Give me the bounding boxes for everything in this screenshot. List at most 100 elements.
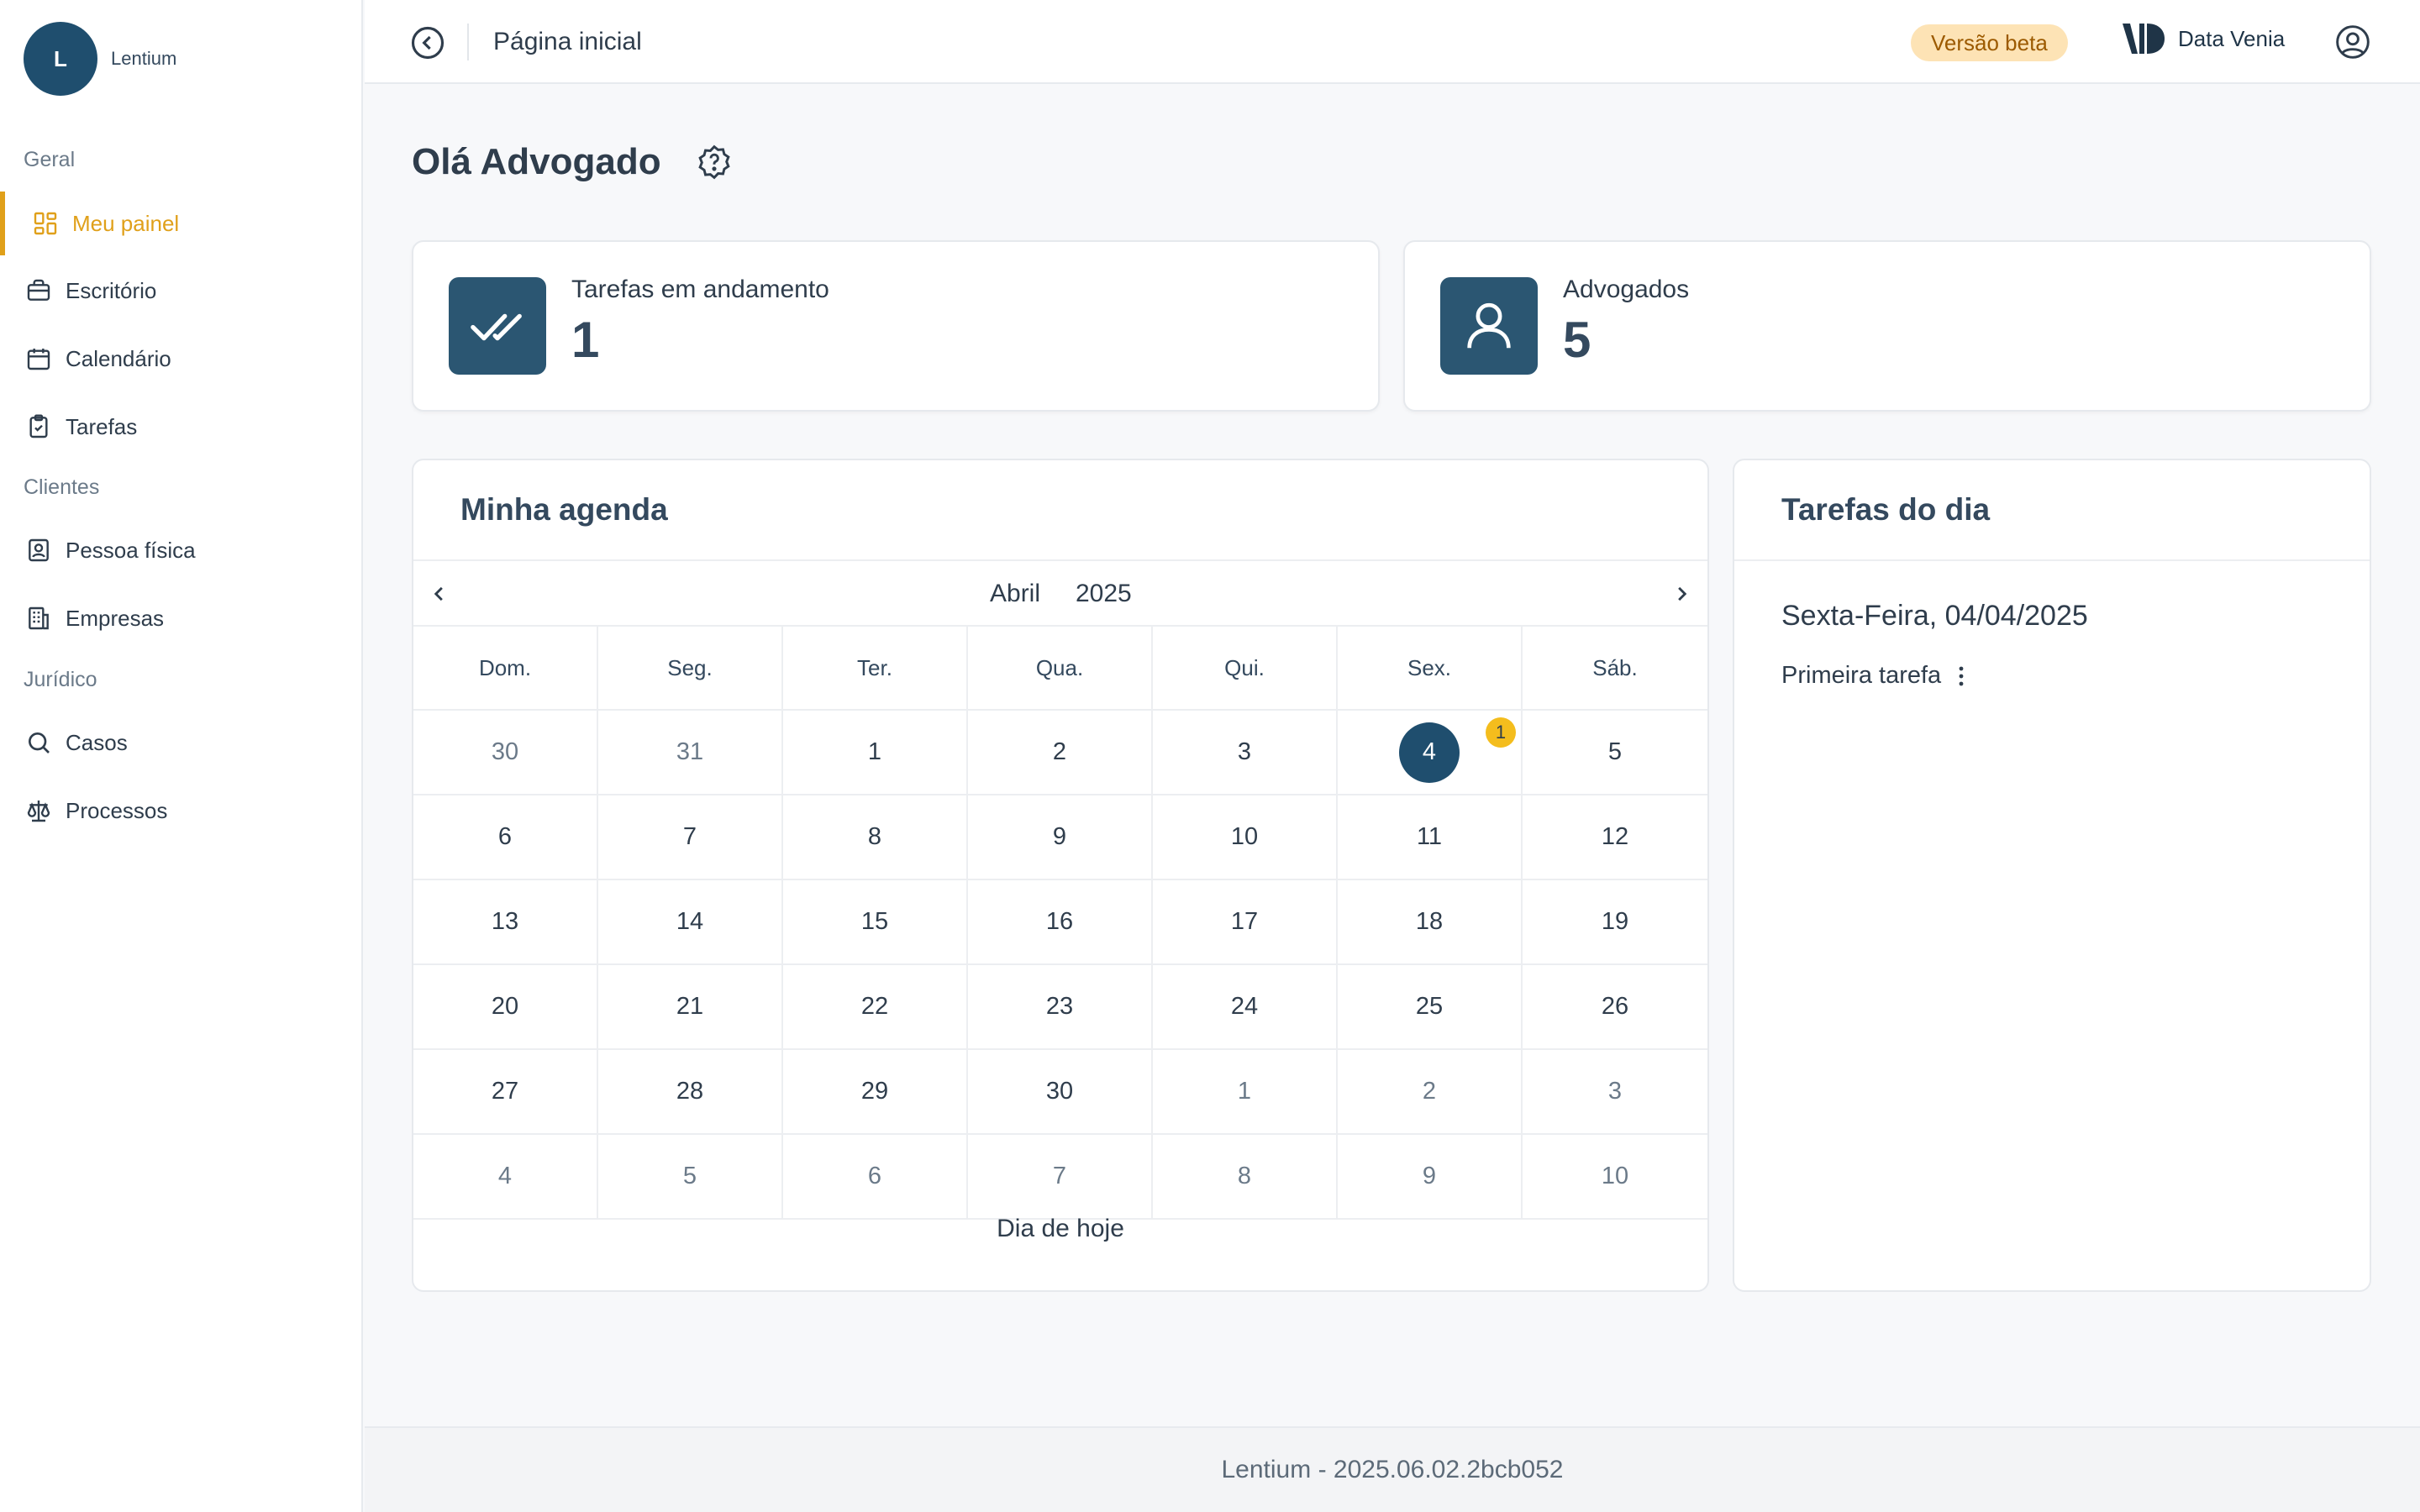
calendar-day[interactable]: 24	[1153, 965, 1338, 1048]
calendar-day[interactable]: 22	[783, 965, 968, 1048]
calendar-day[interactable]: 4	[413, 1135, 598, 1218]
calendar-day[interactable]: 27	[413, 1050, 598, 1133]
calendar-day[interactable]: 2	[968, 711, 1153, 794]
calendar-day[interactable]: 23	[968, 965, 1153, 1048]
sidebar-item-tarefas[interactable]: Tarefas	[0, 395, 361, 459]
calendar-day[interactable]: 10	[1153, 795, 1338, 879]
calendar-icon	[27, 349, 50, 370]
sidebar-item-processos[interactable]: Processos	[0, 779, 361, 843]
calendar-day[interactable]: 9	[1338, 1135, 1523, 1218]
task-item[interactable]: Primeira tarefa	[1781, 662, 1971, 690]
calendar-week-row: 13 14 15 16 17 18 19	[413, 880, 1707, 965]
scale-icon	[27, 801, 50, 822]
calendar-week-row: 6 7 8 9 10 11 12	[413, 795, 1707, 880]
sidebar-item-label: Casos	[66, 729, 128, 755]
event-count-badge: 1	[1486, 717, 1516, 748]
weekday-header: Ter.	[783, 627, 968, 709]
calendar-day[interactable]: 25	[1338, 965, 1523, 1048]
calendar-week-row: 20 21 22 23 24 25 26	[413, 965, 1707, 1050]
building-icon	[29, 606, 49, 630]
stat-card-advogados[interactable]: Advogados 5	[1403, 240, 2371, 412]
calendar-day[interactable]: 7	[598, 795, 783, 879]
brand-name: Lentium	[111, 48, 177, 69]
sidebar-item-label: Escritório	[66, 277, 157, 303]
stat-value: 5	[1563, 312, 1591, 368]
agenda-title: Minha agenda	[460, 492, 668, 527]
briefcase-icon	[27, 279, 50, 301]
sidebar-item-meu-painel[interactable]: Meu painel	[0, 192, 361, 255]
help-icon[interactable]	[696, 144, 733, 181]
sidebar-item-pessoa-fisica[interactable]: Pessoa física	[0, 518, 361, 582]
calendar-day[interactable]: 3	[1153, 711, 1338, 794]
calendar-grid: Dom. Seg. Ter. Qua. Qui. Sex. Sáb. 30 31…	[413, 627, 1707, 1220]
sidebar-item-label: Meu painel	[72, 210, 180, 236]
calendar-day-selected[interactable]: 4 1	[1338, 711, 1523, 794]
sidebar-item-label: Empresas	[66, 605, 165, 631]
calendar-day[interactable]: 17	[1153, 880, 1338, 963]
calendar-day[interactable]: 29	[783, 1050, 968, 1133]
calendar-weekday-row: Dom. Seg. Ter. Qua. Qui. Sex. Sáb.	[413, 627, 1707, 711]
calendar-day[interactable]: 21	[598, 965, 783, 1048]
calendar-week-row: 30 31 1 2 3 4 1 5	[413, 711, 1707, 795]
chevron-right-icon[interactable]	[1667, 580, 1696, 608]
clipboard-icon	[29, 414, 48, 438]
calendar-day[interactable]: 1	[1153, 1050, 1338, 1133]
calendar-day[interactable]: 30	[413, 711, 598, 794]
calendar-day[interactable]: 19	[1523, 880, 1707, 963]
calendar-month[interactable]: Abril	[990, 580, 1040, 608]
calendar-day[interactable]: 6	[783, 1135, 968, 1218]
calendar-nav: Abril 2025	[413, 561, 1707, 627]
calendar-day[interactable]: 5	[598, 1135, 783, 1218]
calendar-day[interactable]: 28	[598, 1050, 783, 1133]
stat-card-tarefas[interactable]: Tarefas em andamento 1	[412, 240, 1380, 412]
calendar-day[interactable]: 11	[1338, 795, 1523, 879]
tasks-panel: Tarefas do dia Sexta-Feira, 04/04/2025 P…	[1733, 459, 2371, 1292]
calendar-year[interactable]: 2025	[1076, 580, 1132, 608]
vendor-name: Data Venia	[2178, 25, 2286, 51]
calendar-day[interactable]: 20	[413, 965, 598, 1048]
stat-label: Advogados	[1563, 276, 1690, 303]
calendar-day[interactable]: 8	[1153, 1135, 1338, 1218]
more-vertical-icon[interactable]	[1951, 664, 1971, 689]
calendar-day[interactable]: 26	[1523, 965, 1707, 1048]
sidebar-item-label: Pessoa física	[66, 537, 196, 563]
calendar-day[interactable]: 13	[413, 880, 598, 963]
today-button[interactable]: Dia de hoje	[413, 1215, 1707, 1243]
vendor-logo[interactable]: Data Venia	[2121, 22, 2285, 55]
sidebar-item-label: Calendário	[66, 345, 171, 371]
calendar-day[interactable]: 12	[1523, 795, 1707, 879]
calendar-day[interactable]: 5	[1523, 711, 1707, 794]
weekday-header: Seg.	[598, 627, 783, 709]
chevron-left-icon[interactable]	[425, 580, 454, 608]
calendar-day[interactable]: 18	[1338, 880, 1523, 963]
calendar-day[interactable]: 3	[1523, 1050, 1707, 1133]
calendar-day[interactable]: 6	[413, 795, 598, 879]
section-juridico: Jurídico	[24, 668, 97, 691]
calendar-day[interactable]: 16	[968, 880, 1153, 963]
calendar-day[interactable]: 31	[598, 711, 783, 794]
topbar: Página inicial Versão beta Data Venia	[365, 0, 2420, 84]
weekday-header: Qua.	[968, 627, 1153, 709]
sidebar-item-calendario[interactable]: Calendário	[0, 327, 361, 391]
section-geral: Geral	[24, 148, 76, 171]
calendar-day[interactable]: 7	[968, 1135, 1153, 1218]
user-account-icon[interactable]	[2334, 24, 2371, 60]
calendar-day[interactable]: 1	[783, 711, 968, 794]
calendar-day[interactable]: 10	[1523, 1135, 1707, 1218]
footer: Lentium - 2025.06.02.2bcb052	[365, 1426, 2420, 1512]
sidebar-item-casos[interactable]: Casos	[0, 711, 361, 774]
data-venia-logo-icon	[2123, 24, 2165, 54]
calendar-day[interactable]: 14	[598, 880, 783, 963]
avatar: L	[24, 22, 97, 96]
calendar-day[interactable]: 15	[783, 880, 968, 963]
calendar-day[interactable]: 30	[968, 1050, 1153, 1133]
calendar-day[interactable]: 8	[783, 795, 968, 879]
calendar-day[interactable]: 9	[968, 795, 1153, 879]
agenda-panel: Minha agenda Abril 2025 Dom. Seg. Ter. Q…	[412, 459, 1709, 1292]
sidebar-item-empresas[interactable]: Empresas	[0, 586, 361, 650]
brand[interactable]: L Lentium	[24, 22, 176, 96]
calendar-day[interactable]: 2	[1338, 1050, 1523, 1133]
calendar-week-row: 27 28 29 30 1 2 3	[413, 1050, 1707, 1135]
sidebar-item-escritorio[interactable]: Escritório	[0, 259, 361, 323]
back-arrow-icon[interactable]	[410, 25, 445, 60]
